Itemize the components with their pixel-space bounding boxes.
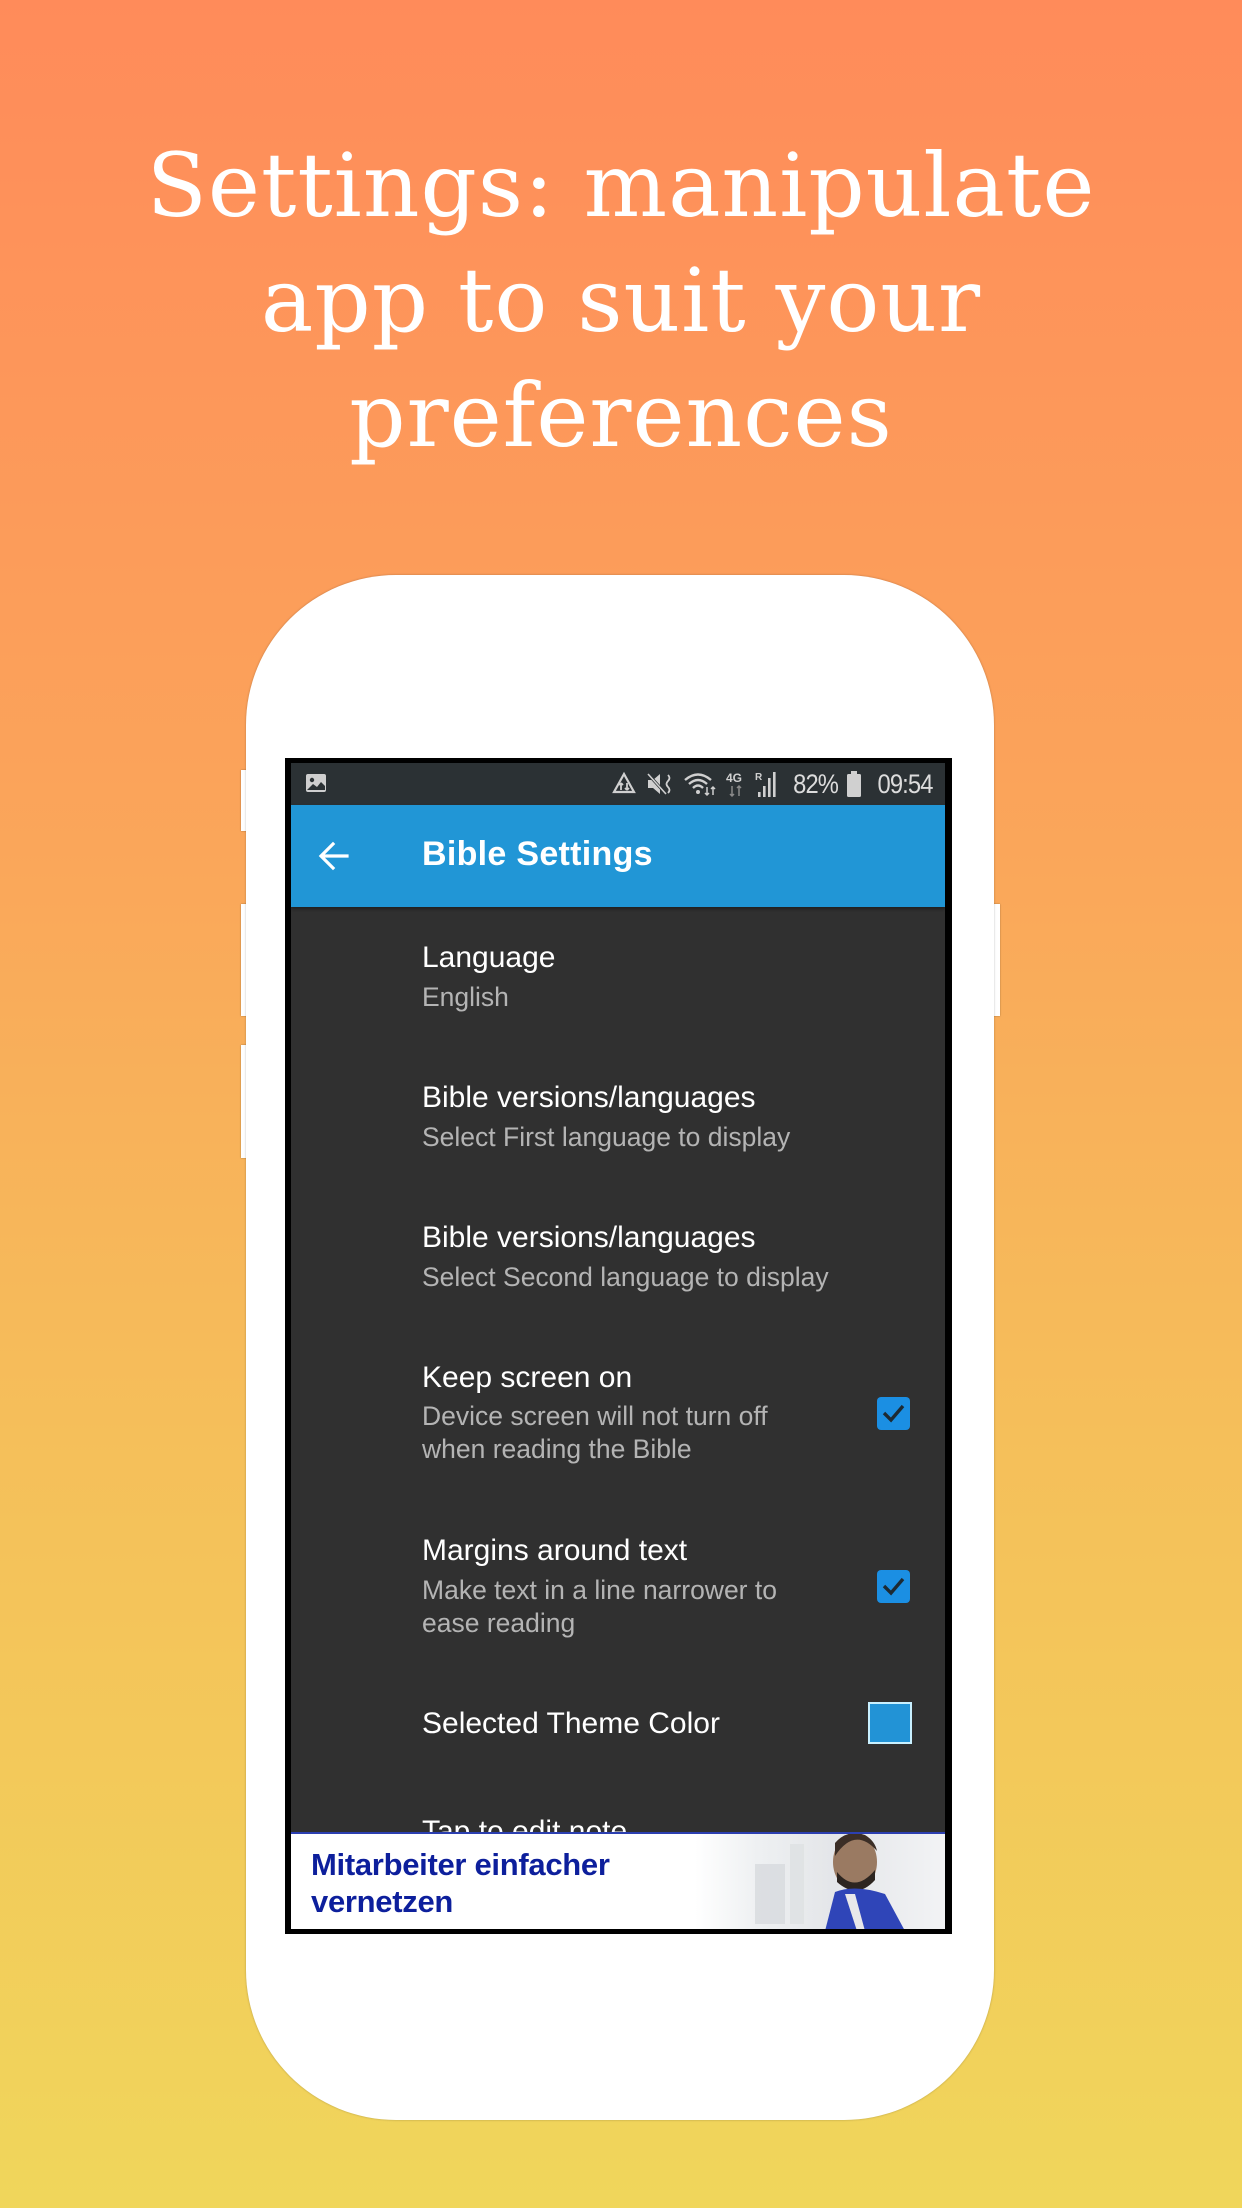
preference-summary-line-2: ease reading (422, 1608, 576, 1638)
ad-banner[interactable]: Mitarbeiter einfacher vernetzen (291, 1832, 945, 1929)
preference-bible-first-language[interactable]: Bible versions/languages Select First la… (291, 1047, 945, 1187)
checkmark-icon (882, 1404, 905, 1423)
app-screen: 4G R 82% 09:54 Bible Settings Language E… (291, 763, 945, 1929)
preference-margins-around-text[interactable]: Margins around text Make text in a line … (291, 1499, 945, 1671)
preference-title: Keep screen on (422, 1361, 633, 1394)
theme-color-swatch[interactable] (868, 1702, 912, 1744)
preference-summary: Select First language to display (422, 1122, 791, 1152)
margins-around-text-checkbox[interactable] (877, 1570, 910, 1603)
headline-line-2: app to suit your (260, 249, 982, 352)
headline-line-3: preferences (349, 364, 893, 467)
preference-title: Bible versions/languages (422, 1221, 756, 1254)
clock: 09:54 (877, 768, 934, 799)
preference-title: Selected Theme Color (422, 1707, 720, 1740)
preference-summary-line-1: Make text in a line narrower to (422, 1575, 777, 1605)
ad-headline-line-2: vernetzen (311, 1884, 454, 1919)
preference-keep-screen-on[interactable]: Keep screen on Device screen will not tu… (291, 1327, 945, 1499)
headline-line-1: Settings: manipulate (146, 134, 1096, 237)
ad-person-photo (695, 1834, 945, 1929)
status-bar: 4G R 82% 09:54 (291, 763, 945, 805)
preference-selected-theme-color[interactable]: Selected Theme Color (291, 1671, 945, 1781)
preference-title: Language (422, 941, 556, 974)
battery-icon (847, 771, 862, 797)
person-photo-icon (755, 1834, 904, 1929)
data-saver-icon (612, 771, 637, 794)
vibrate-mute-icon (647, 772, 671, 796)
image-notification-icon (306, 774, 326, 792)
preference-summary-line-1: Device screen will not turn off (422, 1401, 768, 1431)
preference-language[interactable]: Language English (291, 907, 945, 1047)
arrow-left-icon[interactable] (317, 839, 351, 873)
preference-summary: English (422, 982, 509, 1012)
app-bar: Bible Settings (291, 805, 945, 907)
svg-text:R: R (755, 772, 763, 783)
wifi-icon (684, 773, 716, 797)
preference-bible-second-language[interactable]: Bible versions/languages Select Second l… (291, 1187, 945, 1327)
ad-headline: Mitarbeiter einfacher vernetzen (311, 1846, 610, 1920)
page-title: Bible Settings (422, 835, 653, 873)
4g-icon: 4G (726, 771, 742, 798)
preference-title: Bible versions/languages (422, 1081, 756, 1114)
phone-power-button (993, 904, 1000, 1016)
checkmark-icon (882, 1577, 905, 1596)
svg-text:4G: 4G (726, 771, 742, 785)
headline: Settings: manipulate app to suit your pr… (0, 128, 1242, 473)
ad-headline-line-1: Mitarbeiter einfacher (311, 1847, 610, 1882)
keep-screen-on-checkbox[interactable] (877, 1397, 910, 1430)
preference-summary-line-2: when reading the Bible (422, 1434, 692, 1464)
status-icons: 4G R 82% 09:54 (611, 767, 934, 801)
signal-roaming-icon: R (755, 772, 776, 797)
preference-summary: Select Second language to display (422, 1262, 829, 1292)
battery-percent: 82% (793, 768, 840, 799)
preference-title: Margins around text (422, 1534, 688, 1567)
